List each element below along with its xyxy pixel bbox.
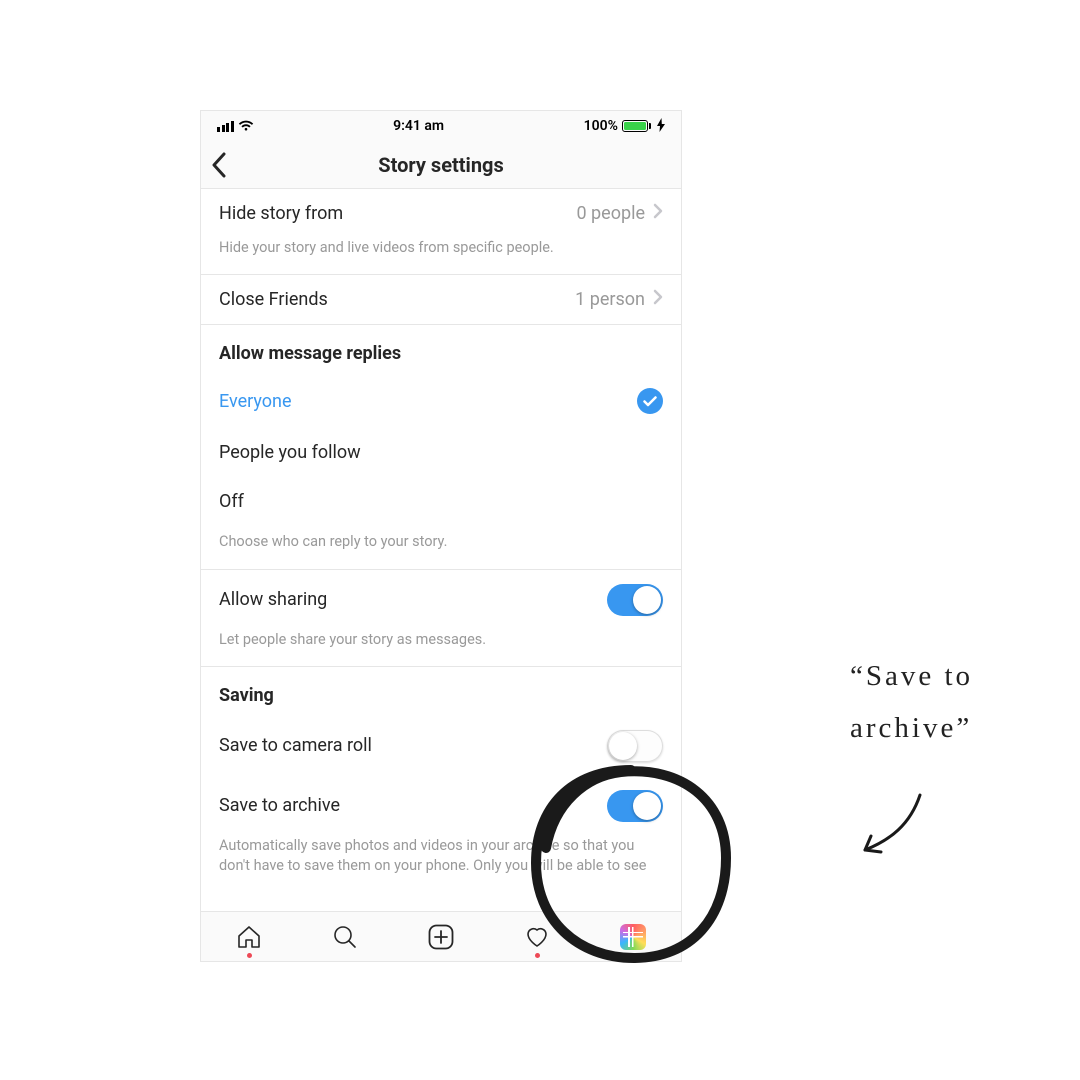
tab-home[interactable] [229,924,269,950]
cellular-signal-icon [217,121,234,132]
tab-search[interactable] [325,924,365,950]
annotation-line2: archive” [850,702,973,754]
save-archive-row: Save to archive [201,776,681,836]
notification-dot-icon [535,953,540,958]
annotation-line1: “Save to [850,650,973,702]
tab-profile[interactable] [613,924,653,950]
settings-content[interactable]: Hide story from 0 people Hide your story… [201,189,681,911]
allow-sharing-helper: Let people share your story as messages. [201,630,681,666]
battery-icon [622,120,651,132]
allow-sharing-toggle[interactable] [607,584,663,616]
reply-option-following-label: People you follow [219,442,361,463]
close-friends-label: Close Friends [219,289,328,310]
reply-option-everyone[interactable]: Everyone [201,374,681,428]
plus-square-icon [427,923,455,951]
search-icon [332,924,358,950]
nav-header: Story settings [201,141,681,189]
status-bar: 9:41 am 100% [201,111,681,141]
notification-dot-icon [631,953,636,958]
page-title: Story settings [378,153,503,177]
close-friends-row[interactable]: Close Friends 1 person [201,275,681,324]
tab-bar [201,911,681,961]
profile-grid-icon [620,924,646,950]
heart-icon [524,924,550,950]
annotation-arrow-icon [855,790,935,870]
saving-helper: Automatically save photos and videos in … [201,836,681,893]
tab-activity[interactable] [517,924,557,950]
annotation-text: “Save to archive” [850,650,973,754]
allow-sharing-label: Allow sharing [219,589,327,610]
save-archive-toggle[interactable] [607,790,663,822]
save-camera-roll-row: Save to camera roll [201,716,681,776]
chevron-right-icon [653,203,663,224]
notification-dot-icon [247,953,252,958]
hide-story-row[interactable]: Hide story from 0 people [201,189,681,238]
checkmark-icon [637,388,663,414]
save-camera-roll-toggle[interactable] [607,730,663,762]
phone-frame: 9:41 am 100% Story settings Hide story f… [200,110,682,962]
reply-option-following[interactable]: People you follow [201,428,681,477]
allow-sharing-row: Allow sharing [201,570,681,630]
saving-section-title: Saving [201,667,681,716]
wifi-icon [238,120,254,132]
charging-icon [657,118,665,135]
hide-story-label: Hide story from [219,203,343,224]
tab-new-post[interactable] [421,923,461,951]
save-archive-label: Save to archive [219,795,340,816]
replies-section-title: Allow message replies [201,325,681,374]
reply-option-off[interactable]: Off [201,477,681,526]
home-icon [236,924,262,950]
save-camera-roll-label: Save to camera roll [219,735,372,756]
reply-option-off-label: Off [219,491,244,512]
chevron-right-icon [653,289,663,310]
battery-percent: 100% [584,118,618,134]
close-friends-value: 1 person [575,289,645,310]
status-time: 9:41 am [393,118,444,134]
back-button[interactable] [211,141,227,188]
reply-option-everyone-label: Everyone [219,391,292,412]
hide-story-value: 0 people [576,203,645,224]
replies-helper: Choose who can reply to your story. [201,526,681,568]
hide-story-helper: Hide your story and live videos from spe… [201,238,681,274]
